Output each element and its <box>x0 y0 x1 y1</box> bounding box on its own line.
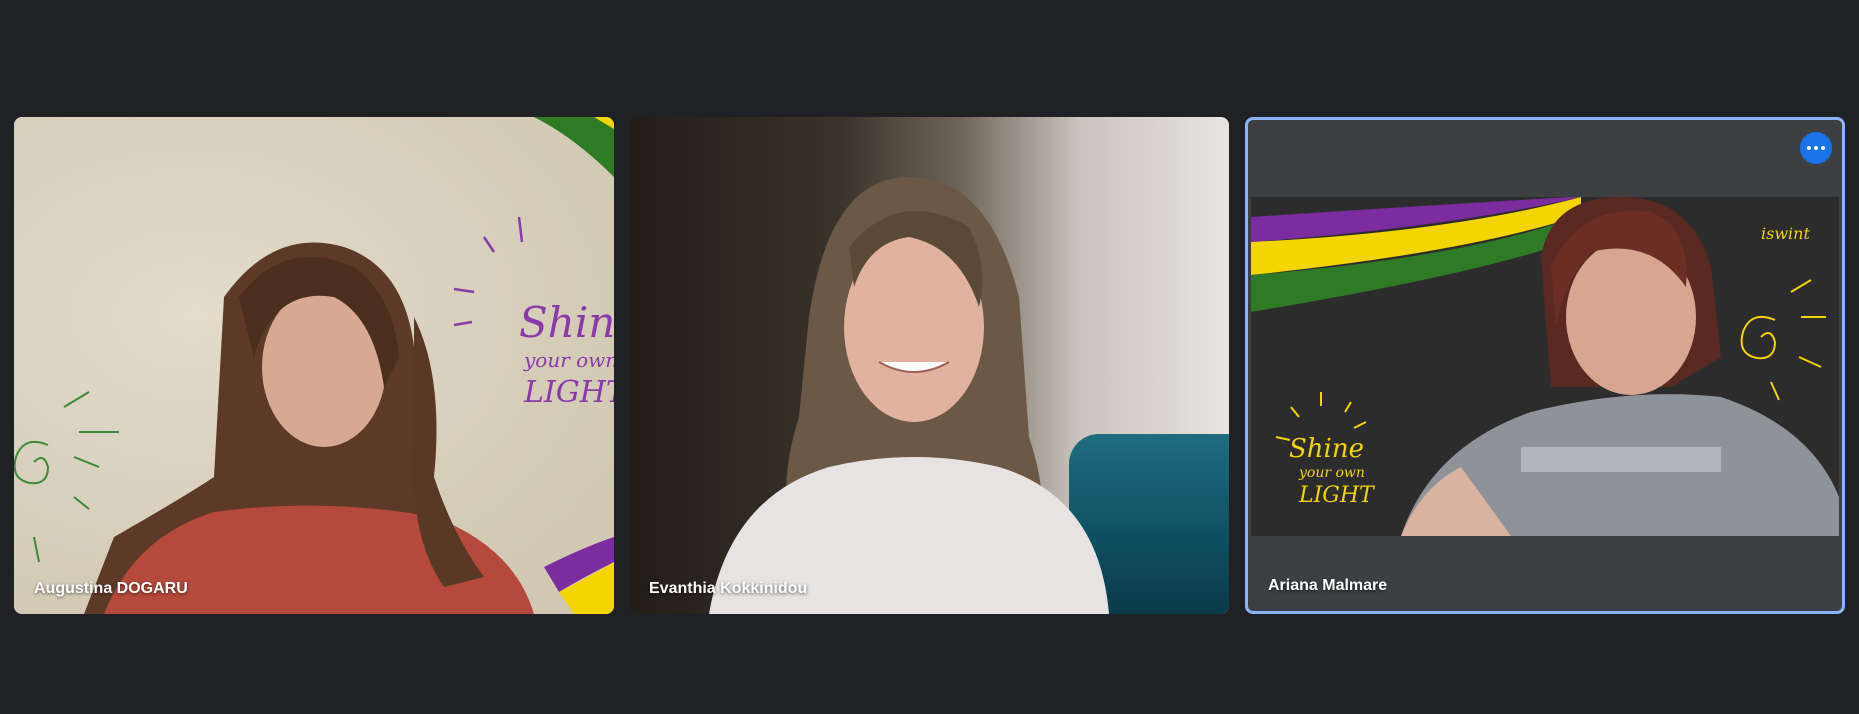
participant-video: iswint Shine your own LIGHT <box>1251 197 1839 536</box>
participant-name: Evanthia Kokkinidou <box>649 580 808 597</box>
shine-text: Shine <box>519 298 614 347</box>
your-own-text: your own <box>1298 465 1365 481</box>
background-art: Shine your own LIGHT <box>14 117 614 614</box>
light-text: LIGHT <box>1298 483 1376 508</box>
participant-tile-3-active[interactable]: iswint Shine your own LIGHT Ariana Malma… <box>1245 117 1845 614</box>
brand-text: iswint <box>1761 224 1810 243</box>
participant-video <box>709 177 1109 614</box>
shine-text: Shine <box>1289 434 1364 464</box>
your-own-text: your own <box>523 348 614 372</box>
light-text: LIGHT <box>523 375 614 410</box>
participant-tile-2[interactable]: Evanthia Kokkinidou <box>629 117 1229 614</box>
participant-tile-1[interactable]: Shine your own LIGHT Augustina DOGARU <box>14 117 614 614</box>
video-grid: Shine your own LIGHT Augustina DOGARU Ev… <box>14 117 1845 614</box>
more-options-icon <box>1807 146 1811 150</box>
background-art: iswint Shine your own LIGHT <box>1251 197 1839 536</box>
participant-name: Ariana Malmare <box>1268 577 1388 594</box>
participant-name: Augustina DOGARU <box>34 580 188 597</box>
more-options-button[interactable] <box>1800 132 1832 164</box>
